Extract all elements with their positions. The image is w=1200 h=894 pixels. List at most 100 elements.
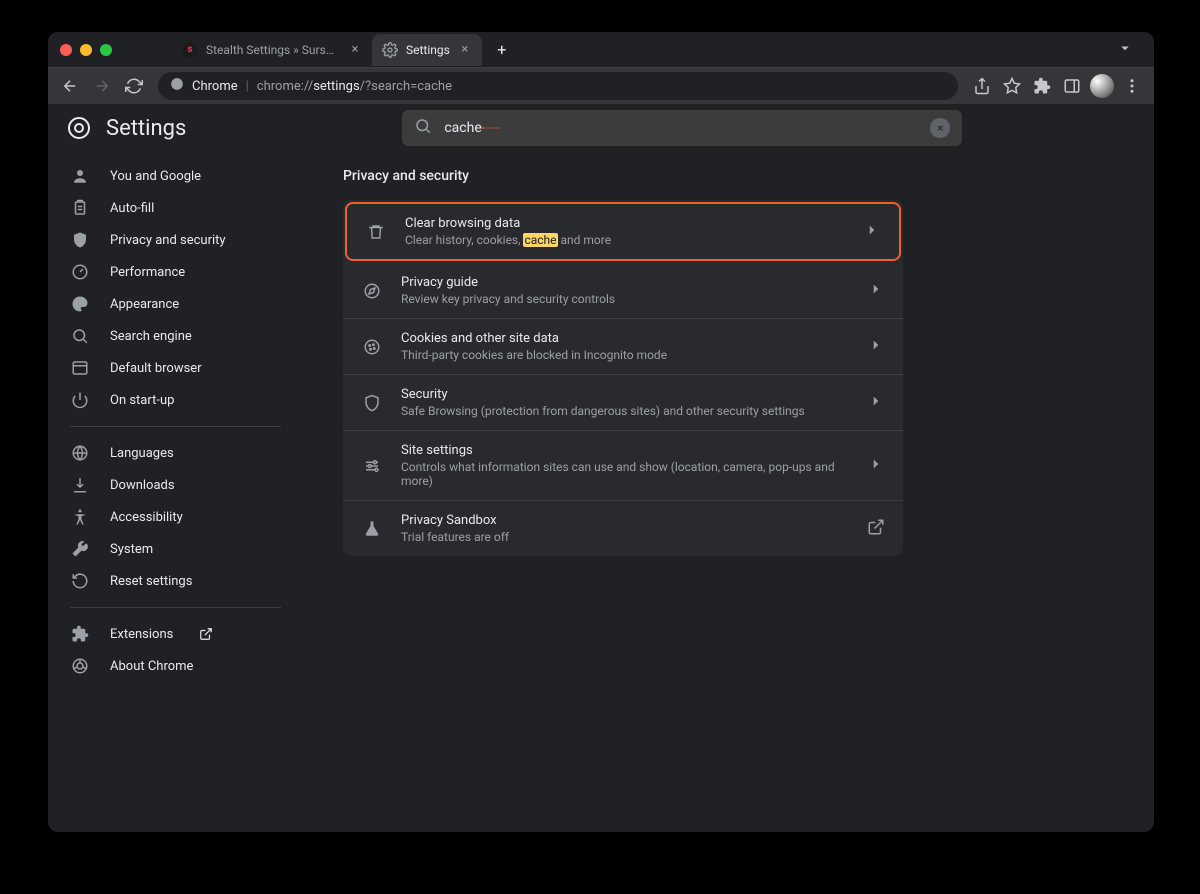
sidebar-item-label: Reset settings [110,574,192,589]
traffic-lights [60,44,112,56]
tabs: s Stealth Settings » Sursa de tut × Sett… [172,34,1142,66]
download-icon [70,476,90,494]
window-close-button[interactable] [60,44,72,56]
tab-label: Stealth Settings » Sursa de tut [206,43,340,57]
sidebar-item-label: Search engine [110,329,192,344]
site-info-icon[interactable] [170,77,184,95]
settings-row-security[interactable]: Security Safe Browsing (protection from d… [343,375,903,431]
chevron-right-icon [867,392,885,413]
palette-icon [70,295,90,313]
sidebar-item-languages[interactable]: Languages [48,437,303,469]
shield2-icon [361,394,383,412]
row-text: Clear browsing dataClear history, cookie… [405,216,845,247]
sidebar-item-label: About Chrome [110,659,193,674]
power-icon [70,391,90,409]
profile-avatar[interactable] [1088,72,1116,100]
compass-icon [361,282,383,300]
chevron-right-icon [863,221,881,242]
forward-button[interactable] [88,72,116,100]
row-title: Privacy guide [401,275,849,290]
sidebar-item-label: Privacy and security [110,233,226,248]
sidebar-item-performance[interactable]: Performance [48,256,303,288]
toolbar-right [968,72,1146,100]
sidebar-item-downloads[interactable]: Downloads [48,469,303,501]
search-icon [414,117,432,139]
window-minimize-button[interactable] [80,44,92,56]
back-button[interactable] [56,72,84,100]
sidebar-item-label: System [110,542,153,557]
chrome-icon [70,657,90,675]
browser-window: s Stealth Settings » Sursa de tut × Sett… [48,32,1154,832]
divider [70,607,281,608]
sidebar-item-extensions[interactable]: Extensions [48,618,303,650]
search-input[interactable] [444,120,918,136]
sidebar-item-appearance[interactable]: Appearance [48,288,303,320]
sidebar-item-label: On start-up [110,393,174,408]
sidebar: You and Google Auto-fill Privacy and secur… [48,152,303,832]
settings-row-privacy-sandbox[interactable]: Privacy SandboxTrial features are off [343,501,903,556]
sidebar-item-accessibility[interactable]: Accessibility [48,501,303,533]
sidebar-item-label: Accessibility [110,510,183,525]
row-text: Privacy guide Review key privacy and secu… [401,275,849,306]
tab-close-button[interactable]: × [348,43,362,57]
chevron-right-icon [867,455,885,476]
row-title: Security [401,387,849,402]
chrome-logo-icon [68,117,90,139]
tabs-dropdown-button[interactable] [1108,35,1142,64]
sidebar-item-you-and-google[interactable]: You and Google [48,160,303,192]
favicon-icon: s [182,42,198,58]
globe-icon [70,444,90,462]
gear-icon [382,42,398,58]
tab-close-button[interactable]: × [458,43,472,57]
menu-button[interactable] [1118,72,1146,100]
sidebar-item-auto-fill[interactable]: Auto-fill [48,192,303,224]
window-maximize-button[interactable] [100,44,112,56]
row-title: Privacy Sandbox [401,513,849,528]
sidebar-item-label: Appearance [110,297,179,312]
row-subtitle: Controls what information sites can use … [401,460,849,488]
new-tab-button[interactable]: + [488,36,516,64]
row-text: Security Safe Browsing (protection from d… [401,387,849,418]
sidebar-item-label: You and Google [110,169,201,184]
sidebar-item-search-engine[interactable]: Search engine [48,320,303,352]
row-title: Cookies and other site data [401,331,849,346]
clear-search-button[interactable]: × [930,118,950,138]
extensions-button[interactable] [1028,72,1056,100]
sidebar-item-on-start-up[interactable]: On start-up [48,384,303,416]
tab-label: Settings [406,43,450,57]
reset-icon [70,572,90,590]
sidebar-item-default-browser[interactable]: Default browser [48,352,303,384]
settings-row-privacy-guide[interactable]: Privacy guide Review key privacy and secu… [343,263,903,319]
settings-row-clear-browsing-data[interactable]: Clear browsing dataClear history, cookie… [345,202,901,261]
address-bar[interactable]: Chrome | chrome://settings/?search=cache [158,72,958,100]
sidebar-item-label: Auto-fill [110,201,154,216]
sidepanel-button[interactable] [1058,72,1086,100]
row-title: Site settings [401,443,849,458]
body: You and Google Auto-fill Privacy and secur… [48,152,1154,832]
flask-icon [361,520,383,538]
sidebar-item-system[interactable]: System [48,533,303,565]
bookmark-button[interactable] [998,72,1026,100]
shield-icon [70,231,90,249]
gauge-icon [70,263,90,281]
settings-search[interactable]: × [402,110,962,146]
sidebar-item-label: Performance [110,265,185,280]
open-external-icon [199,627,213,641]
sidebar-item-privacy-and-security[interactable]: Privacy and security [48,224,303,256]
row-title: Clear browsing data [405,216,845,231]
accessibility-icon [70,508,90,526]
settings-row-site-settings[interactable]: Site settings Controls what information s… [343,431,903,501]
sidebar-item-reset-settings[interactable]: Reset settings [48,565,303,597]
row-subtitle: Review key privacy and security controls [401,292,849,306]
tab-settings[interactable]: Settings × [372,34,482,66]
omnibox-scheme: Chrome [192,79,238,94]
reload-button[interactable] [120,72,148,100]
settings-row-cookies-and-other-site-data[interactable]: Cookies and other site dataThird-party c… [343,319,903,375]
sidebar-item-about-chrome[interactable]: About Chrome [48,650,303,682]
row-subtitle: Safe Browsing (protection from dangerous… [401,404,849,418]
share-button[interactable] [968,72,996,100]
tab-stealth[interactable]: s Stealth Settings » Sursa de tut × [172,34,372,66]
section-title: Privacy and security [343,168,1114,184]
titlebar: s Stealth Settings » Sursa de tut × Sett… [48,32,1154,68]
puzzle-icon [70,625,90,643]
